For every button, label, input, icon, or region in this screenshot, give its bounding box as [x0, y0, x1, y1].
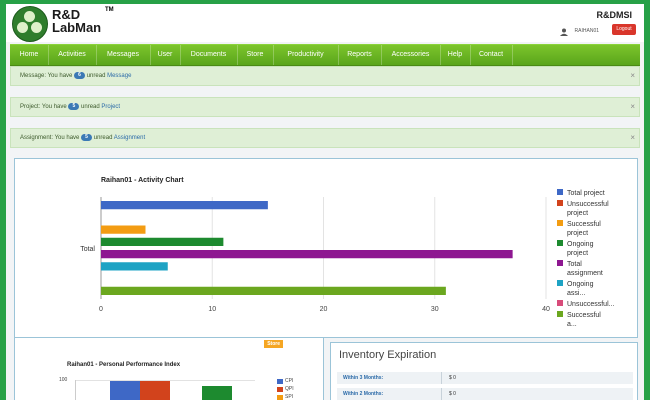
nav-reports[interactable]: Reports [338, 45, 382, 65]
logo-line2: LabMan [52, 20, 102, 35]
nav-accessories[interactable]: Accessories [381, 45, 441, 65]
user-name[interactable]: RAIHAN01 [575, 28, 599, 34]
count-badge: 6 [74, 71, 86, 79]
store-tag[interactable]: Store [264, 340, 283, 348]
inventory-row-label[interactable]: Within 3 Months: [343, 372, 383, 384]
legend-label[interactable]: Successful project [567, 221, 601, 237]
row-divider [441, 372, 442, 384]
category-label: Total [80, 246, 95, 253]
logo-text: R&D LabMan [52, 8, 101, 34]
ppi-bar [140, 381, 170, 400]
inventory-row: Within 3 Months: $ 0 [337, 372, 633, 384]
legend-swatch [277, 387, 283, 392]
legend-label: SPI [285, 394, 294, 400]
row-divider [441, 388, 442, 400]
legend-swatch [557, 220, 563, 226]
logo-trademark: TM [105, 7, 114, 13]
legend-label: CPI [285, 378, 294, 384]
header: R&D LabMan TM R&DMSI RAIHAN01 Logout [6, 4, 644, 42]
bar-7[interactable] [101, 286, 446, 295]
x-tick-label: 20 [320, 306, 328, 313]
main-nav: Home Activities Messages User Documents … [10, 44, 640, 66]
legend-swatch [557, 260, 563, 266]
nav-documents[interactable]: Documents [180, 45, 238, 65]
nav-activities[interactable]: Activities [48, 45, 97, 65]
inventory-row-value: $ 0 [449, 391, 456, 397]
legend-label[interactable]: Unsuccessful project [567, 201, 609, 217]
alert-prefix: Message: You have [20, 73, 73, 79]
nav-productivity[interactable]: Productivity [273, 45, 339, 65]
alert-middle: unread [86, 73, 106, 79]
inventory-row-value: $ 0 [449, 375, 456, 381]
legend-swatch [557, 200, 563, 206]
ppi-bar [110, 381, 140, 400]
legend-label[interactable]: Ongoing assi... [567, 281, 594, 297]
alert-middle: unread [93, 135, 113, 141]
legend-swatch [557, 311, 563, 317]
legend-swatch [277, 379, 283, 384]
nav-messages[interactable]: Messages [96, 45, 151, 65]
activity-chart-panel: Raihan01 - Activity Chart Total 0 10 20 30 4… [14, 158, 638, 338]
assignment-link[interactable]: Assignment [114, 135, 145, 141]
count-badge: 5 [81, 133, 93, 141]
legend-label[interactable]: Ongoing project [567, 241, 594, 257]
alert-message: Message: You have 6 unread Message × [10, 66, 640, 86]
alert-assignment-text: Assignment: You have 5 unread Assignment [20, 129, 145, 147]
user-icon [560, 28, 568, 36]
bar-0[interactable] [101, 201, 268, 210]
page: R&D LabMan TM R&DMSI RAIHAN01 Logout Hom… [6, 4, 644, 400]
nav-store[interactable]: Store [237, 45, 274, 65]
project-link[interactable]: Project [101, 104, 120, 110]
nav-help[interactable]: Help [440, 45, 471, 65]
nav-user[interactable]: User [150, 45, 181, 65]
ppi-bar [202, 386, 232, 400]
alert-project: Project: You have 5 unread Project × [10, 97, 640, 117]
legend-label[interactable]: Successful a... [567, 312, 601, 328]
ppi-panel: Store Raihan01 - Personal Performance In… [14, 337, 324, 400]
activity-chart: Raihan01 - Activity Chart Total 0 10 20 30 4… [80, 177, 615, 328]
ppi-axis [75, 380, 76, 400]
legend-swatch [277, 395, 283, 400]
x-tick-label: 0 [99, 306, 103, 313]
bar-5[interactable] [101, 262, 168, 271]
legend-swatch [557, 280, 563, 286]
ppi-chart-title: Raihan01 - Personal Performance Index [67, 362, 181, 368]
chart-title: Raihan01 - Activity Chart [101, 177, 184, 184]
bar-4[interactable] [101, 250, 513, 259]
alert-project-text: Project: You have 5 unread Project [20, 98, 120, 116]
alert-assignment: Assignment: You have 5 unread Assignment… [10, 128, 640, 148]
count-badge: 5 [68, 102, 80, 110]
message-link[interactable]: Message [107, 73, 131, 79]
legend-swatch [557, 240, 563, 246]
brand-name: R&DMSI [596, 10, 633, 20]
x-tick-label: 30 [431, 306, 439, 313]
bar-3[interactable] [101, 237, 224, 246]
legend-swatch [557, 189, 563, 195]
inventory-title: Inventory Expiration [339, 349, 437, 361]
legend-label[interactable]: Total project [567, 190, 605, 197]
x-tick-label: 10 [208, 306, 216, 313]
legend-swatch [557, 300, 563, 306]
close-icon[interactable]: × [630, 67, 635, 85]
legend-label[interactable]: Unsuccessful... [567, 301, 615, 308]
bar-2[interactable] [101, 225, 146, 234]
alert-prefix: Project: You have [20, 104, 67, 110]
close-icon[interactable]: × [630, 98, 635, 116]
close-icon[interactable]: × [630, 129, 635, 147]
inventory-row-label[interactable]: Within 2 Months: [343, 388, 383, 400]
alert-prefix: Assignment: You have [20, 135, 80, 141]
legend-label[interactable]: Total assignment [567, 261, 603, 277]
ppi-tick-label: 100 [59, 377, 68, 383]
x-tick-label: 40 [542, 306, 550, 313]
alert-middle: unread [81, 104, 100, 110]
inventory-panel: Inventory Expiration Within 3 Months: $ … [330, 342, 638, 400]
logout-button[interactable]: Logout [612, 24, 636, 35]
logo-icon[interactable] [12, 6, 48, 42]
nav-contact[interactable]: Contact [470, 45, 513, 65]
alert-message-text: Message: You have 6 unread Message [20, 67, 131, 85]
inventory-row: Within 2 Months: $ 0 [337, 388, 633, 400]
nav-home[interactable]: Home [10, 45, 49, 65]
legend-label: QPI [285, 386, 294, 392]
